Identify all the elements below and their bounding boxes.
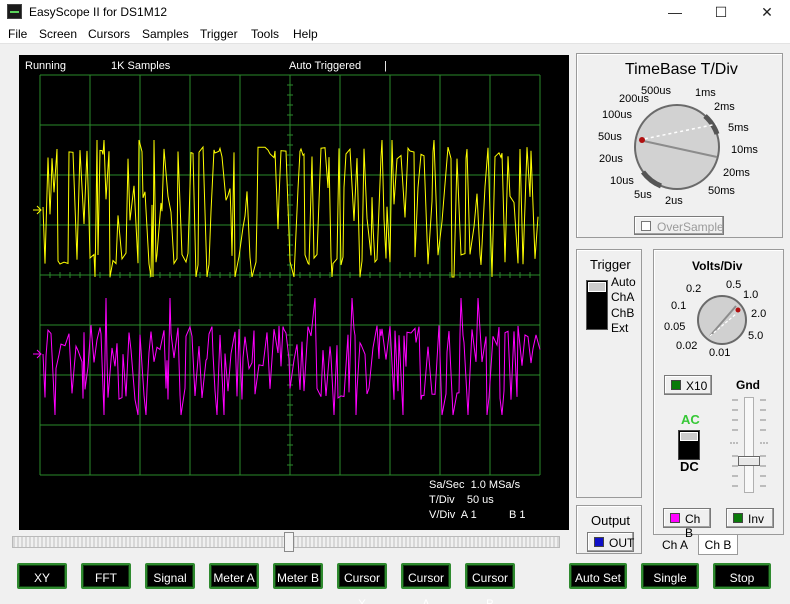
tb-label-50ms: 50ms xyxy=(708,185,735,197)
menu-screen[interactable]: Screen xyxy=(39,27,77,41)
tb-label-2ms: 2ms xyxy=(714,101,735,113)
cursor-x-button[interactable]: Cursor X xyxy=(337,563,387,604)
x10-indicator-icon xyxy=(671,380,681,390)
ac-dc-switch[interactable] xyxy=(678,430,700,460)
menu-tools[interactable]: Tools xyxy=(251,27,279,41)
offset-slider-thumb[interactable] xyxy=(738,456,760,466)
tb-label-2us: 2us xyxy=(665,195,683,207)
tb-label-1ms: 1ms xyxy=(695,87,716,99)
window-title: EasyScope II for DS1M12 xyxy=(29,5,168,19)
meter-b-button[interactable]: Meter B xyxy=(273,563,323,589)
cursor-b-button[interactable]: Cursor B xyxy=(465,563,515,604)
tb-label-20ms: 20ms xyxy=(723,167,750,179)
scope-display[interactable]: Running 1K Samples Auto Triggered | Sa/S… xyxy=(19,55,569,530)
tb-label-20us: 20us xyxy=(599,153,623,165)
trigger-selector[interactable] xyxy=(586,280,608,330)
scope-plot xyxy=(33,74,541,476)
menu-trigger[interactable]: Trigger xyxy=(200,27,238,41)
out-button[interactable]: OUT xyxy=(587,532,634,552)
close-button[interactable]: ✕ xyxy=(744,0,790,24)
volts-indicator xyxy=(735,307,741,313)
channel-b-trace xyxy=(42,297,541,416)
vd-label-0-05: 0.05 xyxy=(664,321,686,333)
chb-button[interactable]: Ch B xyxy=(663,508,711,540)
vd-label-0-02: 0.02 xyxy=(676,340,698,352)
stop-button[interactable]: Stop xyxy=(713,563,771,589)
menu-help[interactable]: Help xyxy=(293,27,318,41)
tab-ch-b[interactable]: Ch B xyxy=(698,535,738,555)
tb-label-10ms: 10ms xyxy=(731,144,758,156)
vd-label-0-1: 0.1 xyxy=(671,300,687,312)
vd-label-0-01: 0.01 xyxy=(709,347,731,359)
inv-button[interactable]: Inv xyxy=(726,508,774,528)
v-div-a-readout: V/Div A 1 xyxy=(429,509,477,521)
vd-label-5-0: 5.0 xyxy=(748,330,764,342)
inv-indicator-icon xyxy=(733,513,743,523)
t-div-readout: T/Div 50 us xyxy=(429,494,494,506)
menu-file[interactable]: File xyxy=(8,27,27,41)
volts-div-panel: Volts/Div 0.5 1.0 2.0 5.0 0.2 0.1 0.05 0… xyxy=(653,249,784,540)
auto-set-button[interactable]: Auto Set xyxy=(569,563,627,589)
trigger-selector-thumb xyxy=(588,282,606,292)
tab-ch-a[interactable]: Ch A xyxy=(654,535,696,555)
vd-label-0-2: 0.2 xyxy=(686,283,702,295)
menu-samples[interactable]: Samples xyxy=(142,27,189,41)
vd-label-2-0: 2.0 xyxy=(751,308,767,320)
status-label: Running xyxy=(25,60,66,72)
dc-label: DC xyxy=(680,459,699,474)
x10-label: X10 xyxy=(686,379,708,393)
title-bar: EasyScope II for DS1M12 — ☐ ✕ xyxy=(0,0,790,24)
trigger-option-ext[interactable]: Ext xyxy=(611,321,628,335)
meter-a-button[interactable]: Meter A xyxy=(209,563,259,589)
single-button[interactable]: Single xyxy=(641,563,699,589)
cursor-mark: | xyxy=(384,60,387,72)
fft-button[interactable]: FFT xyxy=(81,563,131,589)
oversample-label: OverSample xyxy=(657,220,724,234)
ac-label: AC xyxy=(681,412,700,427)
v-div-b-readout: B 1 xyxy=(509,509,526,521)
position-slider-thumb[interactable] xyxy=(284,532,294,552)
output-panel: Output OUT xyxy=(576,505,642,554)
samples-label: 1K Samples xyxy=(111,60,171,72)
tb-label-5ms: 5ms xyxy=(728,122,749,134)
inv-label: Inv xyxy=(748,512,765,526)
trigger-option-chb[interactable]: ChB xyxy=(611,306,634,320)
x10-button[interactable]: X10 xyxy=(664,375,712,395)
app-icon xyxy=(7,4,22,19)
scope-grid xyxy=(39,74,541,476)
timebase-indicator xyxy=(639,137,645,143)
ac-dc-switch-thumb xyxy=(680,432,698,441)
trigger-option-cha[interactable]: ChA xyxy=(611,290,634,304)
menu-cursors[interactable]: Cursors xyxy=(88,27,130,41)
cursor-a-button[interactable]: Cursor A xyxy=(401,563,451,604)
sa-sec-readout: Sa/Sec 1.0 MSa/s xyxy=(429,479,521,491)
vd-label-1-0: 1.0 xyxy=(743,289,759,301)
trigger-status-label: Auto Triggered xyxy=(289,60,362,72)
trigger-panel: Trigger Auto ChA ChB Ext xyxy=(576,249,642,498)
chb-indicator-icon xyxy=(670,513,680,523)
trigger-title: Trigger xyxy=(590,257,631,272)
minimize-button[interactable]: — xyxy=(652,0,698,24)
tb-label-100us: 100us xyxy=(602,109,632,121)
out-indicator-icon xyxy=(594,537,604,547)
offset-slider-track[interactable] xyxy=(744,397,754,493)
tb-label-10us: 10us xyxy=(610,175,634,187)
tb-label-5us: 5us xyxy=(634,189,652,201)
oversample-checkbox-icon xyxy=(641,221,651,231)
tb-label-200us: 200us xyxy=(619,93,649,105)
signal-button[interactable]: Signal xyxy=(145,563,195,589)
trigger-option-auto[interactable]: Auto xyxy=(611,275,636,289)
out-label: OUT xyxy=(609,536,635,550)
menu-bar: File Screen Cursors Samples Trigger Tool… xyxy=(0,24,790,44)
timebase-panel: TimeBase T/Div 500us 1ms 2ms 5ms 10ms 20… xyxy=(576,53,783,238)
gnd-label: Gnd xyxy=(736,378,760,392)
vd-label-0-5: 0.5 xyxy=(726,279,742,291)
tb-label-50us: 50us xyxy=(598,131,622,143)
position-slider[interactable] xyxy=(12,532,560,552)
maximize-button[interactable]: ☐ xyxy=(698,0,744,24)
xy-button[interactable]: XY xyxy=(17,563,67,589)
oversample-button[interactable]: OverSample xyxy=(634,216,724,235)
output-title: Output xyxy=(591,513,631,528)
